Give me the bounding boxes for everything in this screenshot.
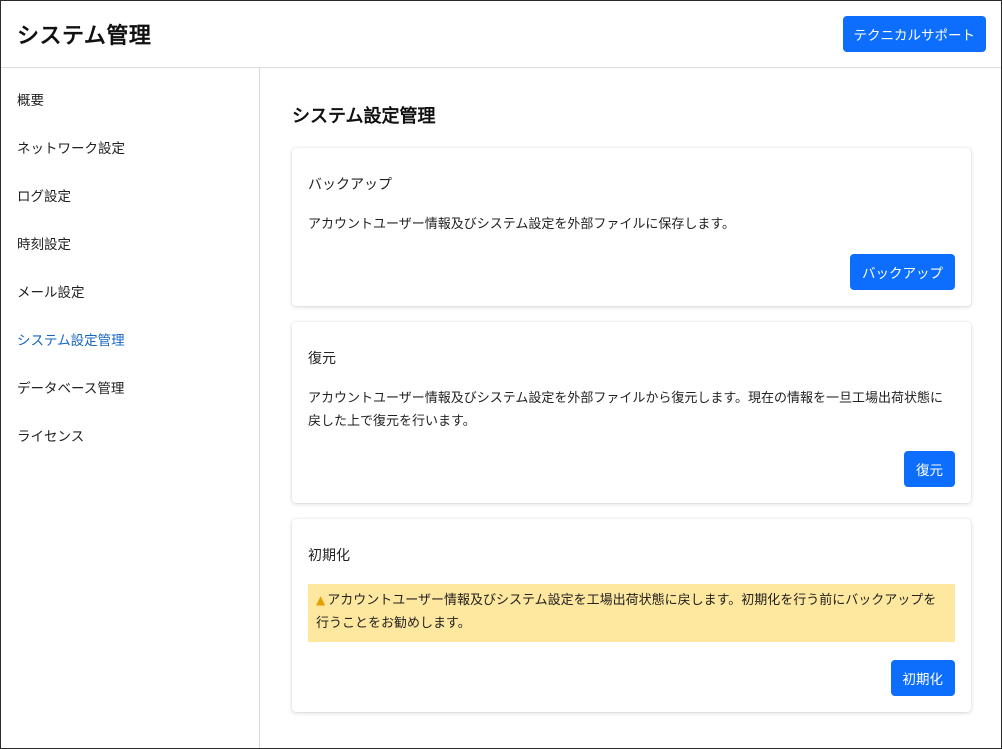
main-content: システム設定管理 バックアップ アカウントユーザー情報及びシステム設定を外部ファ… [261,68,1001,748]
warning-triangle-icon: ▲ [316,593,326,607]
page-title: システム設定管理 [292,106,436,127]
technical-support-button[interactable]: テクニカルサポート [842,16,986,52]
initialize-warning-text: アカウントユーザー情報及びシステム設定を工場出荷状態に戻します。初期化を行う前に… [316,593,937,631]
backup-card-description: アカウントユーザー情報及びシステム設定を外部ファイルに保存します。 [308,217,736,232]
sidebar-item-mail-settings[interactable]: メール設定 [1,284,259,332]
restore-button[interactable]: 復元 [904,451,955,487]
restore-card: 復元 アカウントユーザー情報及びシステム設定を外部ファイルから復元します。現在の… [292,322,971,503]
initialize-card-title: 初期化 [308,548,350,564]
sidebar-item-network-settings[interactable]: ネットワーク設定 [1,140,259,188]
header: システム管理 テクニカルサポート [1,1,1001,68]
app-window: システム管理 テクニカルサポート 概要 ネットワーク設定 ログ設定 時刻設定 メ… [0,0,1002,749]
restore-card-title: 復元 [308,351,336,367]
sidebar-item-overview[interactable]: 概要 [1,92,259,140]
sidebar-item-license[interactable]: ライセンス [1,428,259,476]
restore-card-description: アカウントユーザー情報及びシステム設定を外部ファイルから復元します。現在の情報を… [308,391,944,429]
backup-card: バックアップ アカウントユーザー情報及びシステム設定を外部ファイルに保存します。… [292,148,971,306]
initialize-card-actions: 初期化 [308,660,955,696]
backup-card-title: バックアップ [308,177,392,193]
backup-button[interactable]: バックアップ [850,254,955,290]
restore-card-actions: 復元 [308,451,955,487]
sidebar-item-system-settings-management[interactable]: システム設定管理 [1,332,259,380]
sidebar-item-log-settings[interactable]: ログ設定 [1,188,259,236]
sidebar: 概要 ネットワーク設定 ログ設定 時刻設定 メール設定 システム設定管理 データ… [1,68,260,748]
sidebar-item-time-settings[interactable]: 時刻設定 [1,236,259,284]
initialize-button[interactable]: 初期化 [890,660,955,696]
sidebar-item-database-management[interactable]: データベース管理 [1,380,259,428]
initialize-card: 初期化 ▲ アカウントユーザー情報及びシステム設定を工場出荷状態に戻します。初期化… [292,519,971,712]
app-title: システム管理 [17,24,152,49]
initialize-warning: ▲ アカウントユーザー情報及びシステム設定を工場出荷状態に戻します。初期化を行う前… [308,584,955,642]
backup-card-actions: バックアップ [308,254,955,290]
